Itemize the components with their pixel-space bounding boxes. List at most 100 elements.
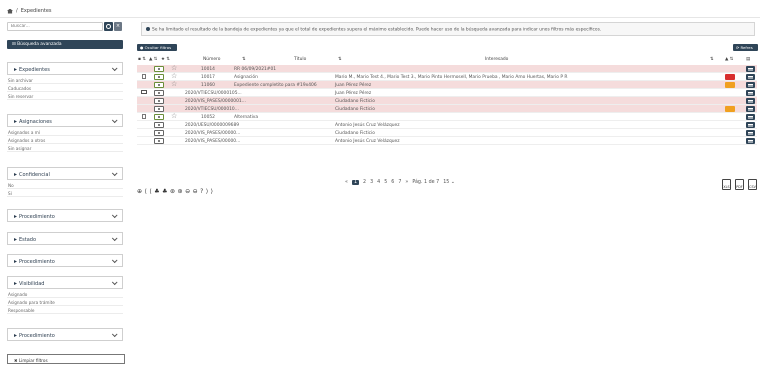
table-row[interactable]: 2020/VIS_PASES/00000... Ciudadano Fictic…: [137, 129, 757, 137]
clean-filters-button[interactable]: ✖ Limpiar filtros: [7, 354, 125, 364]
row-menu-icon[interactable]: [746, 74, 755, 80]
advanced-search-button[interactable]: ⊟ Búsqueda avanzada: [7, 40, 123, 49]
page-summary: Pág. 1 de 7: [412, 180, 440, 185]
page-button[interactable]: 2: [363, 180, 366, 185]
table-row[interactable]: ☆ 10017 Asignación Mario M., Mario Test …: [137, 73, 757, 81]
filter-group-title: Procedimiento: [14, 259, 55, 265]
filter-option[interactable]: Sin reservar: [7, 92, 123, 100]
row-menu-icon[interactable]: [746, 130, 755, 136]
filter-option[interactable]: Sin asignar: [7, 144, 123, 152]
export-pdf-icon[interactable]: PDF: [735, 179, 744, 190]
clear-search-button[interactable]: ×: [114, 22, 122, 31]
page-button[interactable]: 4: [377, 180, 380, 185]
row-menu-icon[interactable]: [746, 122, 755, 128]
row-menu-icon[interactable]: [746, 66, 755, 72]
chevron-down-icon[interactable]: [111, 279, 118, 286]
search-button[interactable]: [104, 22, 113, 31]
page-button[interactable]: 7: [398, 180, 401, 185]
select-all-checkbox[interactable]: ▪ ⇅: [138, 57, 146, 62]
page-button[interactable]: 3: [370, 180, 373, 185]
export-xls-icon[interactable]: XLS: [722, 179, 731, 190]
filter-option[interactable]: Caducados: [7, 84, 123, 92]
filter-option[interactable]: Asignados a mí: [7, 128, 123, 136]
cell-interesado: Ciudadano Ficticio: [335, 130, 375, 136]
filter-group-title: Asignaciones: [14, 119, 52, 125]
filter-group-asignaciones[interactable]: Asignaciones: [7, 114, 123, 127]
table-row[interactable]: 2020/VIS_PASES/0000001... Ciudadano Fict…: [137, 97, 757, 105]
chevron-down-icon[interactable]: [111, 257, 118, 264]
table-row[interactable]: 2020/VTIECSU/0000105... Juan Pérez Pérez: [137, 89, 757, 97]
row-menu-icon[interactable]: [746, 106, 755, 112]
last-page-button[interactable]: »: [405, 180, 408, 185]
column-titulo[interactable]: Título: [294, 57, 306, 62]
chevron-down-icon[interactable]: [111, 235, 118, 242]
table-row[interactable]: 2020/VTIECSU/000010... Ciudadano Fictici…: [137, 105, 757, 113]
chevron-down-icon[interactable]: [111, 212, 118, 219]
record-icon: [154, 114, 164, 120]
record-icon: [154, 130, 164, 136]
table-row[interactable]: 2020/UESU/0000009689 Antonio Jesús Cruz …: [137, 121, 757, 129]
cell-titulo: Expediente completito para #19x406: [234, 82, 317, 88]
sort-icon[interactable]: ⇅: [242, 57, 246, 62]
cell-numero: 2020/VIS_PASES/00000...: [185, 130, 241, 136]
first-page-button[interactable]: «: [345, 180, 348, 185]
row-menu-icon[interactable]: [746, 90, 755, 96]
table-row[interactable]: ☆ 10052 Alternativa: [137, 113, 757, 121]
chevron-down-icon[interactable]: [111, 65, 118, 72]
cell-interesado: Antonio Jesús Cruz Velázquez: [335, 138, 400, 144]
page-button[interactable]: 1: [351, 180, 359, 185]
chevron-down-icon[interactable]: [111, 117, 118, 124]
search-input[interactable]: [7, 22, 103, 31]
warning-sort-icon[interactable]: ▲ ⇅: [149, 57, 157, 62]
page-button[interactable]: 6: [391, 180, 394, 185]
chevron-down-icon[interactable]: [111, 170, 118, 177]
filter-group-expedientes[interactable]: Expedientes: [7, 62, 123, 75]
export-csv-icon[interactable]: CSV: [748, 179, 757, 190]
per-page-select[interactable]: 15 ⌄: [443, 180, 455, 185]
refresh-button[interactable]: ⟳ Refres (18): [733, 44, 758, 55]
row-menu-icon[interactable]: [746, 98, 755, 104]
filter-option[interactable]: Sin archivar: [7, 76, 123, 84]
star-icon[interactable]: ☆: [171, 113, 177, 120]
row-menu-icon[interactable]: [746, 82, 755, 88]
table-row[interactable]: 2020/VIS_PASES/00000... Antonio Jesús Cr…: [137, 137, 757, 145]
alert-sort-icon[interactable]: ▲ ⇅: [725, 57, 733, 62]
document-icon: [142, 74, 146, 79]
record-icon: [154, 138, 164, 144]
columns-menu-icon[interactable]: ▤: [746, 57, 750, 62]
breadcrumb-current: Expedientes: [20, 8, 52, 14]
filter-option[interactable]: Asignado para trámite: [7, 298, 123, 306]
star-sort-icon[interactable]: ★ ⇅: [161, 57, 170, 62]
filter-group-procedimiento[interactable]: Procedimiento: [7, 209, 123, 222]
filter-option[interactable]: Responsable: [7, 306, 123, 314]
cell-interesado: Juan Pérez Pérez: [335, 82, 372, 88]
row-menu-icon[interactable]: [746, 138, 755, 144]
filter-option[interactable]: Asignados a otros: [7, 136, 123, 144]
home-icon[interactable]: [7, 8, 13, 14]
filter-group-estado[interactable]: Estado: [7, 232, 123, 245]
filter-group-procedimiento-2[interactable]: Procedimiento: [7, 254, 123, 267]
table-row[interactable]: ☆ 11060 Expediente completito para #19x4…: [137, 81, 757, 89]
filter-group-visibilidad[interactable]: Visibilidad: [7, 276, 123, 289]
column-interesado[interactable]: Interesado: [485, 57, 508, 62]
sort-icon[interactable]: ⇅: [710, 57, 714, 62]
filter-group-confidencial[interactable]: Confidencial: [7, 167, 123, 180]
star-icon[interactable]: ☆: [171, 73, 177, 80]
star-icon[interactable]: ☆: [171, 81, 177, 88]
table-row[interactable]: ☆ 10014 RR 06/09/2021#01: [137, 65, 757, 73]
filter-option[interactable]: Sí: [7, 189, 123, 197]
page-button[interactable]: 5: [384, 180, 387, 185]
filter-option[interactable]: Asignado: [7, 290, 123, 298]
cell-numero: 2020/VIS_PASES/0000001...: [185, 98, 246, 104]
cell-numero: 11060: [201, 82, 215, 88]
filter-option[interactable]: No: [7, 181, 123, 189]
info-icon: [146, 27, 150, 31]
column-numero[interactable]: Número: [203, 57, 220, 62]
star-icon[interactable]: ☆: [171, 65, 177, 72]
sort-icon[interactable]: ⇅: [338, 57, 342, 62]
hide-filters-button[interactable]: ● Ocultar filtros ▼: [137, 44, 177, 55]
filter-group-procedimiento-3[interactable]: Procedimiento: [7, 328, 123, 341]
chevron-down-icon[interactable]: [111, 331, 118, 338]
row-menu-icon[interactable]: [746, 114, 755, 120]
bulk-action-toolbar[interactable]: ⊕ ⟨ ⟨ ♣ ♣ ⊛ ⊛ ⊖ ⊖ ? ⟩ ⟩: [137, 188, 213, 195]
